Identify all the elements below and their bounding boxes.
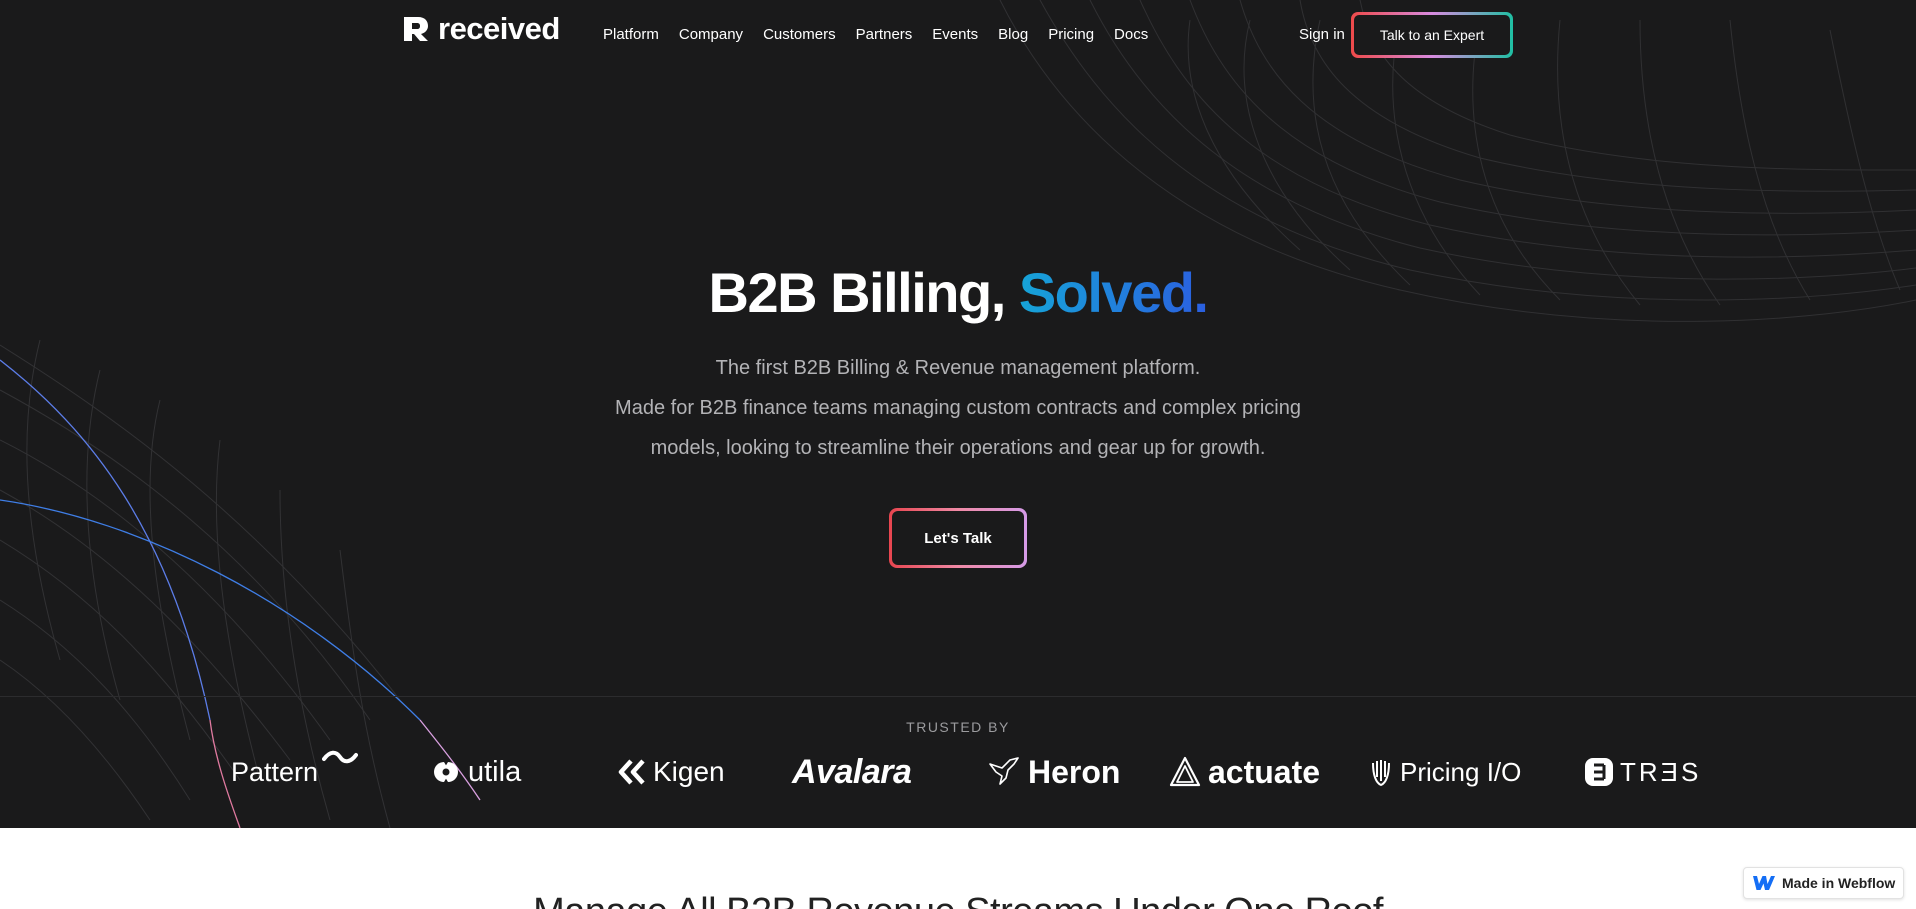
client-logo-kigen-text: Kigen bbox=[653, 756, 725, 787]
hero-subtitle-line-3: models, looking to streamline their oper… bbox=[650, 437, 1266, 459]
actuate-icon bbox=[1169, 756, 1201, 787]
lets-talk-button[interactable]: Let's Talk bbox=[889, 508, 1027, 568]
client-logo-avalara-text: Avalara bbox=[792, 752, 912, 791]
hero-section: received Platform Company Customers Part… bbox=[0, 0, 1916, 828]
kigen-icon bbox=[618, 759, 645, 785]
utila-icon bbox=[434, 762, 458, 782]
client-logo-pattern-text: Pattern bbox=[231, 756, 319, 787]
talk-to-expert-button[interactable]: Talk to an Expert bbox=[1351, 12, 1513, 58]
webflow-badge-label: Made in Webflow bbox=[1782, 875, 1896, 891]
pattern-wave-icon bbox=[322, 750, 359, 764]
headline-text: B2B Billing, bbox=[708, 261, 1019, 324]
heron-bird-icon bbox=[989, 757, 1019, 785]
sign-in-link[interactable]: Sign in bbox=[1299, 25, 1345, 45]
client-logo-actuate: actuate bbox=[1168, 742, 1320, 802]
client-logo-tres-text: TRƎS bbox=[1620, 756, 1702, 787]
client-logo-tres: TRƎS bbox=[1584, 742, 1701, 802]
client-logo-kigen: Kigen bbox=[617, 742, 725, 802]
trusted-by-label: TRUSTED BY bbox=[906, 719, 1010, 735]
client-logo-pricing-io: Pricing I/O bbox=[1368, 742, 1521, 802]
next-section-title: Manage All B2B Revenue Streams Under One… bbox=[0, 892, 1916, 909]
section-divider bbox=[0, 696, 1916, 697]
hero-subtitle-line-1: The first B2B Billing & Revenue manageme… bbox=[715, 357, 1201, 379]
hero-headline: B2B Billing, Solved. bbox=[0, 258, 1916, 328]
nav-link-platform[interactable]: Platform bbox=[603, 25, 659, 45]
nav-link-company[interactable]: Company bbox=[679, 25, 743, 45]
tres-icon bbox=[1585, 758, 1613, 786]
nav-link-customers[interactable]: Customers bbox=[763, 25, 836, 45]
received-logo-icon bbox=[404, 17, 428, 41]
client-logo-heron-text: Heron bbox=[1028, 753, 1121, 790]
brand-name: received bbox=[438, 11, 560, 46]
nav-link-pricing[interactable]: Pricing bbox=[1048, 25, 1094, 45]
client-logo-actuate-text: actuate bbox=[1208, 753, 1321, 790]
nav-links: Platform Company Customers Partners Even… bbox=[603, 25, 1168, 45]
talk-to-expert-label: Talk to an Expert bbox=[1354, 15, 1510, 55]
pricing-io-icon bbox=[1372, 760, 1390, 787]
client-logo-utila: utila bbox=[430, 742, 521, 802]
nav-link-partners[interactable]: Partners bbox=[856, 25, 913, 45]
brand-logo[interactable]: received bbox=[402, 11, 560, 46]
nav-link-blog[interactable]: Blog bbox=[998, 25, 1028, 45]
lets-talk-label: Let's Talk bbox=[892, 511, 1024, 565]
client-logo-pricing-io-text: Pricing I/O bbox=[1400, 756, 1522, 787]
client-logo-utila-text: utila bbox=[468, 755, 522, 788]
client-logo-heron: Heron bbox=[988, 742, 1120, 802]
top-navigation: received Platform Company Customers Part… bbox=[0, 0, 1916, 70]
nav-link-events[interactable]: Events bbox=[932, 25, 978, 45]
client-logo-avalara: Avalara bbox=[792, 742, 912, 802]
nav-link-docs[interactable]: Docs bbox=[1114, 25, 1148, 45]
made-in-webflow-badge[interactable]: Made in Webflow bbox=[1743, 867, 1904, 899]
hero-subtitle-line-2: Made for B2B finance teams managing cust… bbox=[615, 397, 1301, 419]
client-logo-pattern: Pattern bbox=[231, 742, 359, 802]
client-logos: Pattern utila Kigen Avalara Heron actuat… bbox=[0, 742, 1916, 802]
webflow-icon bbox=[1753, 876, 1775, 890]
headline-accent: Solved. bbox=[1018, 261, 1209, 324]
